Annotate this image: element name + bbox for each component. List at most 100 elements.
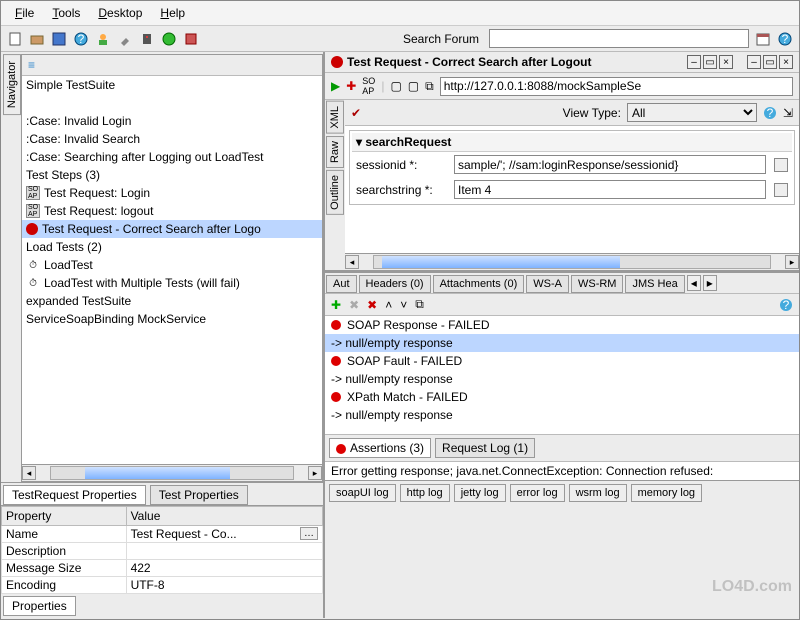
search-forum-input[interactable] (489, 29, 749, 48)
tab-headers[interactable]: Headers (0) (359, 275, 431, 293)
tab-error-log[interactable]: error log (510, 484, 565, 502)
navigator-tab[interactable]: Navigator (3, 54, 21, 115)
new-icon[interactable] (7, 31, 23, 47)
fail-dot-icon (336, 444, 346, 454)
menu-file[interactable]: File (7, 4, 42, 22)
tab-jetty-log[interactable]: jetty log (454, 484, 506, 502)
save-icon[interactable] (51, 31, 67, 47)
field-button[interactable] (774, 183, 788, 197)
tab-memory-log[interactable]: memory log (631, 484, 702, 502)
help4-icon[interactable]: ? (779, 298, 793, 312)
calendar-icon[interactable] (755, 31, 771, 47)
config-icon[interactable]: ✖ (349, 298, 359, 312)
tab-wsa[interactable]: WS-A (526, 275, 569, 293)
exit-icon[interactable] (183, 31, 199, 47)
minimize-icon[interactable]: – (747, 55, 761, 69)
close-inner-icon[interactable]: × (719, 55, 733, 69)
window1-icon[interactable]: ▢ (390, 79, 401, 93)
navigator-tree[interactable]: Simple TestSuite :Case: Invalid Login :C… (22, 76, 322, 464)
help-icon[interactable]: ? (73, 31, 89, 47)
form-hscroll[interactable]: ◂ ▸ (345, 253, 799, 270)
assertion-row[interactable]: -> null/empty response (331, 408, 453, 422)
clone-icon[interactable]: ⧉ (415, 297, 424, 312)
failed-icon (26, 223, 38, 235)
properties-tab[interactable]: Properties (3, 596, 76, 616)
searchstring-label: searchstring *: (356, 183, 446, 197)
svg-text:?: ? (782, 32, 789, 46)
ellipsis-button[interactable]: … (300, 527, 318, 540)
scroll-thumb[interactable] (85, 467, 230, 479)
scroll-left-icon[interactable]: ◂ (345, 255, 359, 269)
tab-xml[interactable]: XML (326, 101, 344, 134)
maximize-icon[interactable]: ▭ (763, 55, 777, 69)
tab-jms[interactable]: JMS Hea (625, 275, 684, 293)
menu-bar: File Tools Desktop Help (1, 1, 799, 26)
assertion-row[interactable]: -> null/empty response (331, 336, 453, 350)
tree-hscroll[interactable]: ◂ ▸ (22, 464, 322, 481)
fail-dot-icon (331, 356, 341, 366)
assertion-row[interactable]: SOAP Fault - FAILED (347, 354, 462, 368)
tab-assertions[interactable]: Assertions (3) (329, 438, 431, 458)
scroll-left-icon[interactable]: ◂ (22, 466, 36, 480)
tab-outline[interactable]: Outline (326, 170, 344, 215)
tab-aut[interactable]: Aut (326, 275, 357, 293)
assertion-row[interactable]: SOAP Response - FAILED (347, 318, 490, 332)
add-assertion-icon[interactable]: ✚ (346, 79, 356, 93)
tab-request-log[interactable]: Request Log (1) (435, 438, 535, 458)
menu-tools[interactable]: Tools (44, 4, 88, 22)
help2-icon[interactable]: ? (777, 31, 793, 47)
searchstring-input[interactable] (454, 180, 766, 199)
tab-raw[interactable]: Raw (326, 136, 344, 168)
scroll-right-icon[interactable]: ▸ (785, 255, 799, 269)
scroll-right-icon[interactable]: ▸ (308, 466, 322, 480)
menu-help[interactable]: Help (152, 4, 193, 22)
soap-action-icon[interactable]: SOAP (362, 76, 375, 96)
copy-icon[interactable]: ⧉ (425, 79, 434, 94)
server-icon[interactable] (139, 31, 155, 47)
tree-item: :Case: Searching after Logging out LoadT… (22, 148, 322, 166)
view-type-select[interactable]: All (627, 103, 757, 122)
tree-collapse-icon[interactable]: ≡ (28, 58, 35, 72)
tab-next-icon[interactable]: ▸ (703, 275, 717, 291)
assertions-list[interactable]: SOAP Response - FAILED -> null/empty res… (325, 316, 799, 434)
tab-prev-icon[interactable]: ◂ (687, 275, 701, 291)
folder-icon[interactable] (29, 31, 45, 47)
sessionid-input[interactable] (454, 155, 766, 174)
help3-icon[interactable]: ? (763, 106, 777, 120)
globe-icon[interactable] (161, 31, 177, 47)
maximize-inner-icon[interactable]: ▭ (703, 55, 717, 69)
tab-wsrm[interactable]: WS-RM (571, 275, 624, 293)
assertion-row[interactable]: -> null/empty response (331, 372, 453, 386)
tree-item: expanded TestSuite (22, 292, 322, 310)
tab-wsrm-log[interactable]: wsrm log (569, 484, 627, 502)
window2-icon[interactable]: ▢ (408, 79, 419, 93)
resize-icon[interactable]: ⇲ (783, 106, 793, 120)
check-icon[interactable]: ✔ (351, 106, 361, 120)
url-field[interactable]: http://127.0.0.1:8088/mockSampleSe (440, 77, 793, 96)
svg-text:?: ? (78, 32, 85, 46)
tab-http-log[interactable]: http log (400, 484, 450, 502)
search-forum-label: Search Forum (403, 32, 479, 46)
tab-soapui-log[interactable]: soapUI log (329, 484, 396, 502)
assertion-row[interactable]: XPath Match - FAILED (347, 390, 468, 404)
close-icon[interactable]: × (779, 55, 793, 69)
add-icon[interactable]: ✚ (331, 298, 341, 312)
tab-attachments[interactable]: Attachments (0) (433, 275, 525, 293)
clock-icon: ⏱ (26, 258, 40, 272)
menu-desktop[interactable]: Desktop (90, 4, 150, 22)
field-button[interactable] (774, 158, 788, 172)
remove-icon[interactable]: ✖ (367, 298, 377, 312)
user-icon[interactable] (95, 31, 111, 47)
tab-test-properties[interactable]: Test Properties (150, 485, 248, 505)
up-icon[interactable]: ˄ (385, 298, 392, 312)
minimize-inner-icon[interactable]: – (687, 55, 701, 69)
clock-icon: ⏱ (26, 276, 40, 290)
tree-item: ⏱LoadTest (22, 256, 322, 274)
down-icon[interactable]: ˅ (400, 298, 407, 312)
request-view-tabs: XML Raw Outline (325, 100, 345, 270)
scroll-thumb[interactable] (382, 256, 620, 268)
collapse-icon[interactable]: ▾ (356, 135, 362, 149)
tab-testrequest-properties[interactable]: TestRequest Properties (3, 485, 146, 505)
play-icon[interactable]: ▶ (331, 79, 340, 93)
wrench-icon[interactable] (117, 31, 133, 47)
